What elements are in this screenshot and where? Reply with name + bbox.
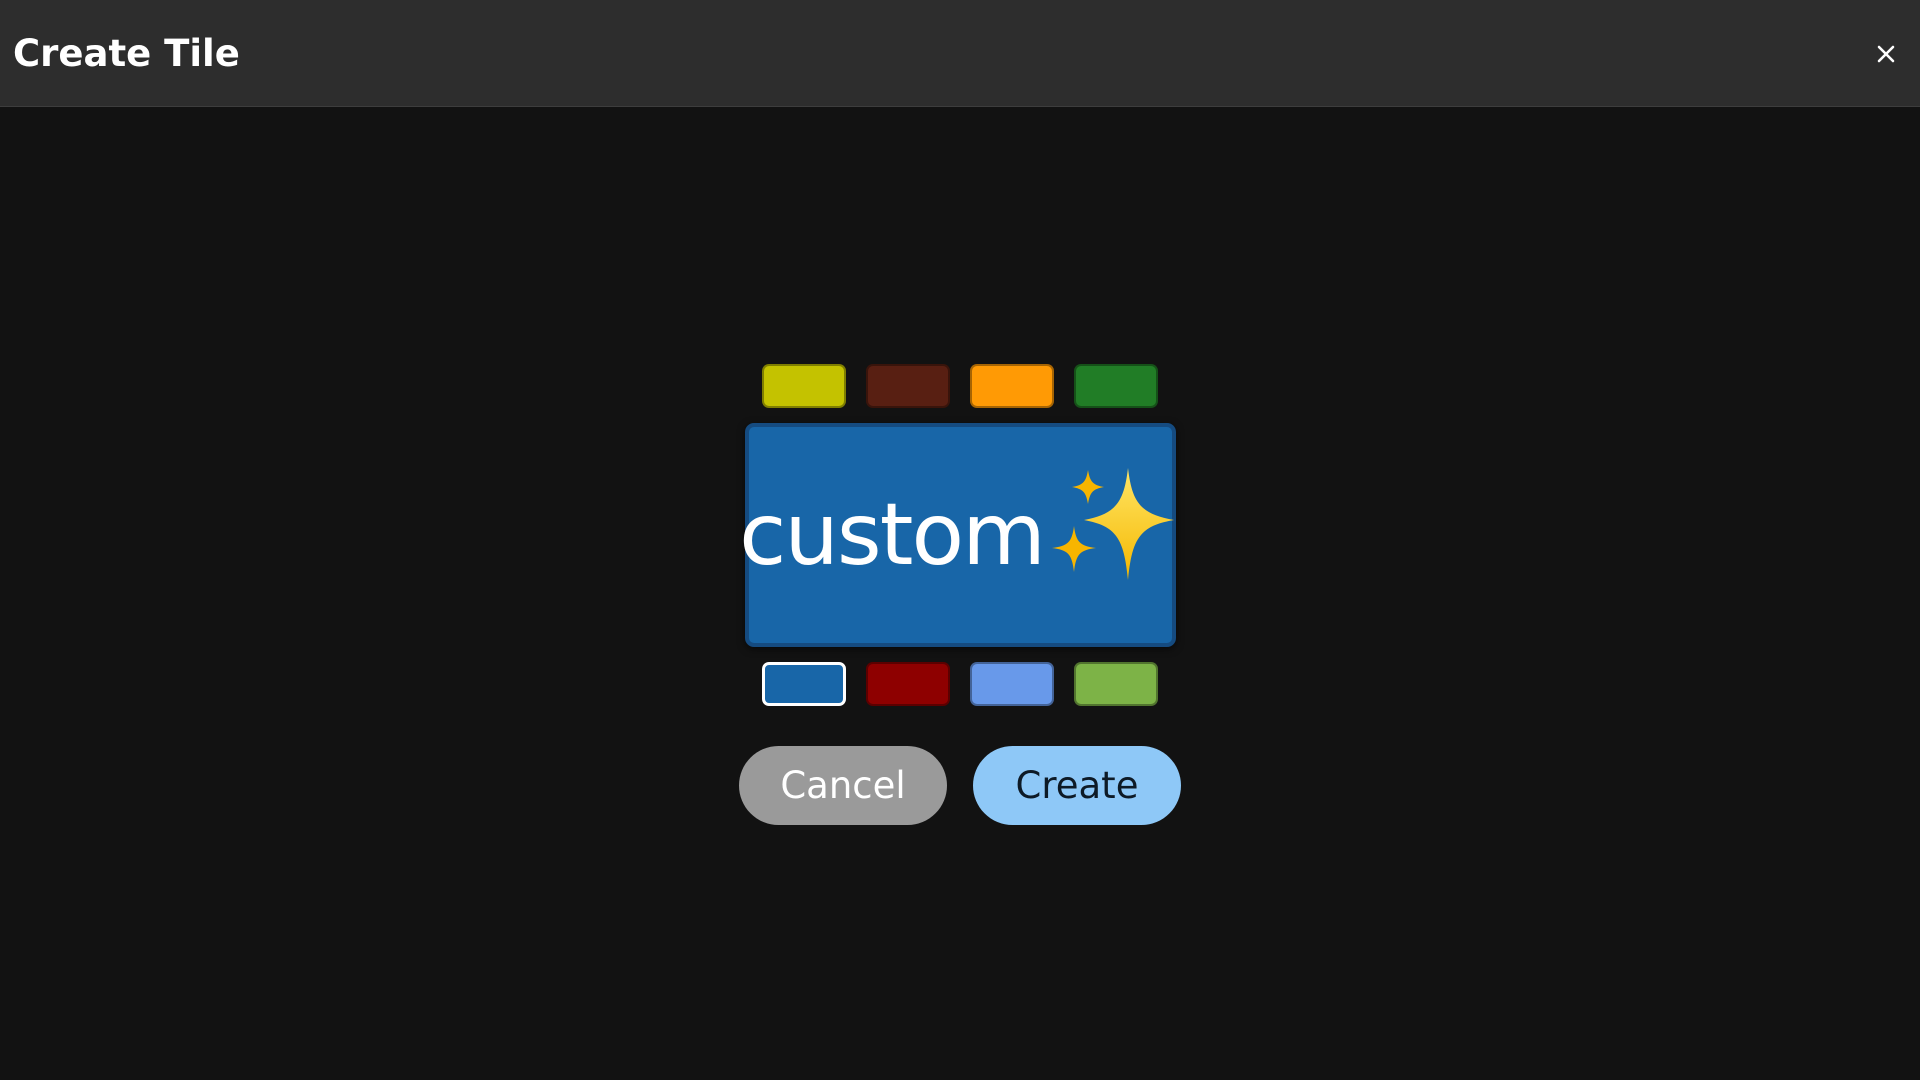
color-swatch-yellow[interactable] bbox=[762, 364, 846, 408]
close-icon bbox=[1866, 34, 1906, 74]
dialog-header: Create Tile bbox=[0, 0, 1920, 107]
sparkles-icon bbox=[1048, 462, 1176, 594]
tile-preview: custom bbox=[739, 423, 1176, 647]
color-swatches-bottom bbox=[762, 662, 1158, 706]
cancel-button[interactable]: Cancel bbox=[739, 746, 947, 825]
color-swatch-dark-red[interactable] bbox=[866, 662, 950, 706]
tile-label: custom bbox=[739, 485, 1046, 585]
color-swatch-lime[interactable] bbox=[1074, 662, 1158, 706]
close-button[interactable] bbox=[1866, 34, 1906, 74]
color-swatch-light-blue[interactable] bbox=[970, 662, 1054, 706]
dialog-title: Create Tile bbox=[13, 32, 240, 75]
create-button[interactable]: Create bbox=[973, 746, 1181, 825]
color-swatches-top bbox=[762, 364, 1158, 408]
color-swatch-green[interactable] bbox=[1074, 364, 1158, 408]
color-swatch-blue[interactable] bbox=[762, 662, 846, 706]
color-swatch-orange[interactable] bbox=[970, 364, 1054, 408]
color-swatch-brown[interactable] bbox=[866, 364, 950, 408]
